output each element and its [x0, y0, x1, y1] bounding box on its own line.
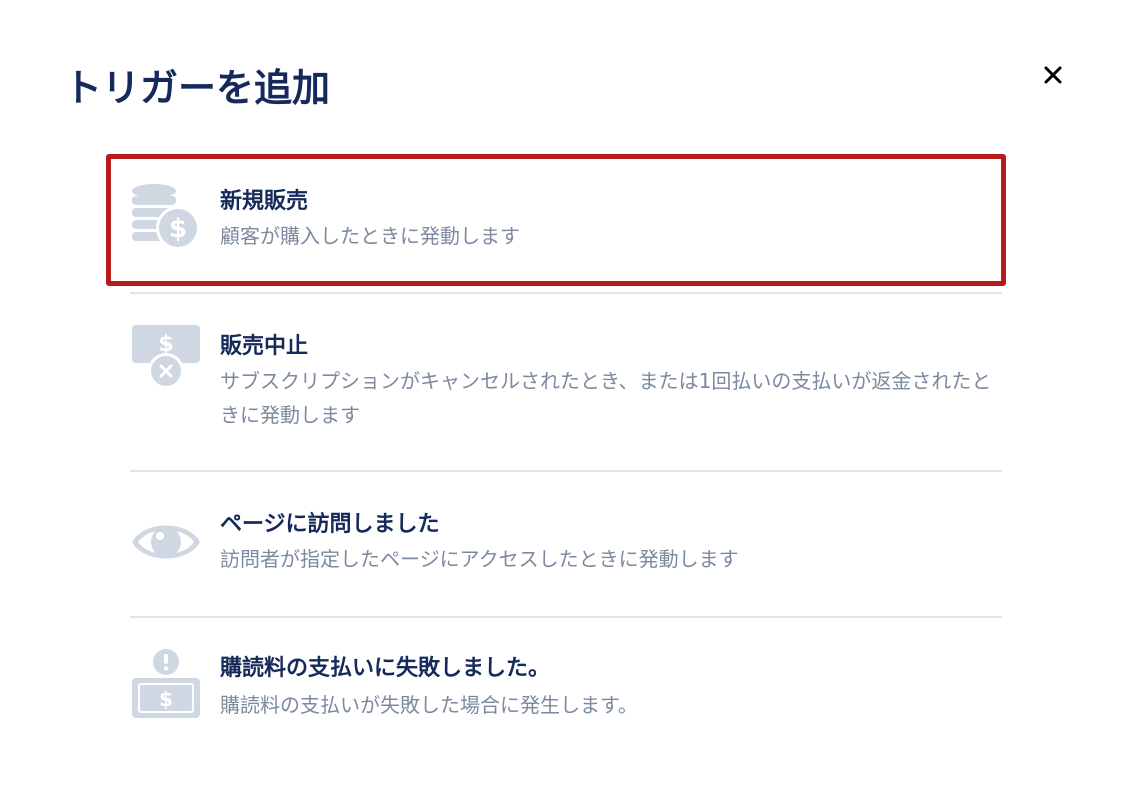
dialog-title: トリガーを追加: [64, 66, 331, 110]
trigger-description: 訪問者が指定したページにアクセスしたときに発動します: [220, 547, 739, 571]
trigger-description: 購読料の支払いが失敗した場合に発生します。: [220, 693, 638, 717]
trigger-item-page-visited[interactable]: ページに訪問しました 訪問者が指定したページにアクセスしたときに発動します: [130, 472, 1002, 616]
svg-text:$: $: [169, 214, 187, 244]
eye-icon: [132, 525, 200, 559]
add-trigger-dialog: トリガーを追加 $ 新規販売 顧客が購入したときに発動します $ 販売中止 サブ…: [0, 0, 1132, 790]
trigger-item-payment-failed[interactable]: $ 購読料の支払いに失敗しました。 購読料の支払いが失敗した場合に発生します。: [130, 618, 1002, 758]
coins-dollar-icon: $: [132, 184, 200, 250]
svg-text:$: $: [159, 687, 173, 711]
trigger-item-new-sale[interactable]: $ 新規販売 顧客が購入したときに発動します: [130, 157, 1002, 279]
failed-payment-icon: $: [132, 649, 200, 718]
trigger-description: サブスクリプションがキャンセルされたとき、または1回払いの支払いが返金されたとき…: [220, 369, 992, 427]
close-icon: [1044, 66, 1062, 84]
trigger-label: 販売中止: [220, 334, 309, 359]
close-button[interactable]: [1036, 58, 1070, 92]
trigger-description: 顧客が購入したときに発動します: [220, 224, 520, 248]
cancelled-payment-icon: $: [132, 325, 200, 389]
trigger-label: ページに訪問しました: [220, 512, 440, 537]
trigger-item-sale-cancelled[interactable]: $ 販売中止 サブスクリプションがキャンセルされたとき、または1回払いの支払いが…: [130, 294, 1002, 470]
trigger-label: 購読料の支払いに失敗しました。: [220, 656, 551, 681]
trigger-label: 新規販売: [220, 189, 309, 214]
